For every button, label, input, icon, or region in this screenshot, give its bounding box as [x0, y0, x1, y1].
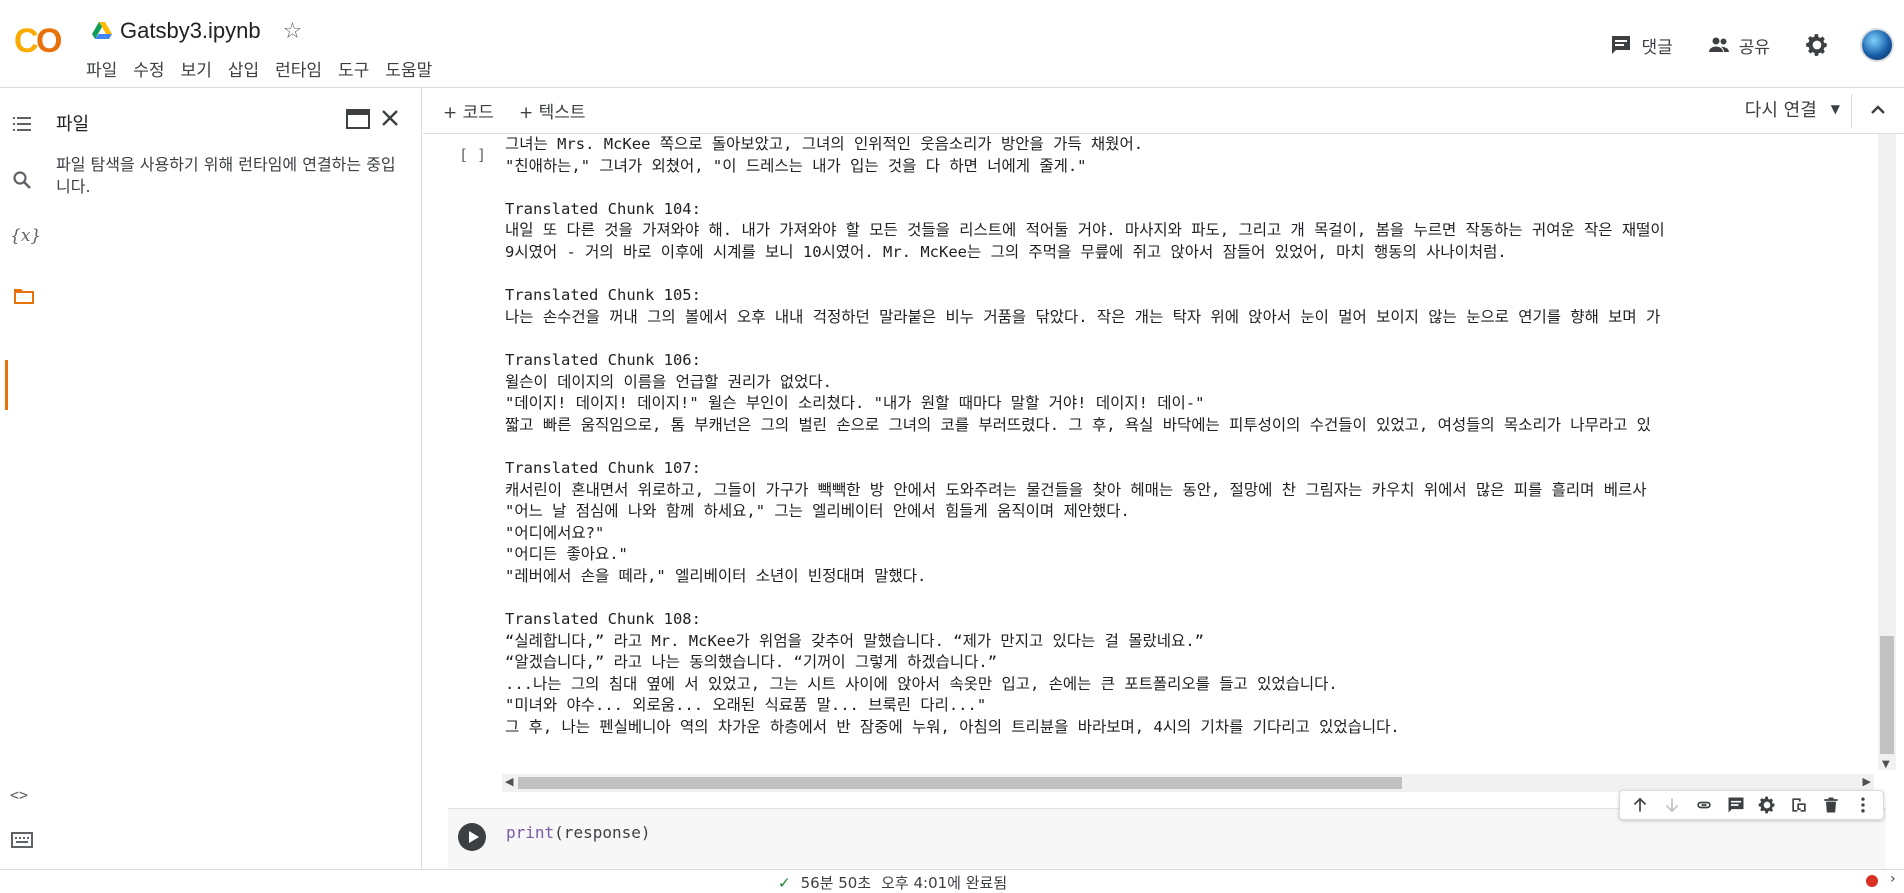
output-line: 윌슨이 데이지의 이름을 언급할 권리가 없었다.: [505, 372, 832, 391]
menu-runtime[interactable]: 런타임: [275, 56, 332, 81]
cell-output-text: 그녀는 Mrs. McKee 쪽으로 돌아보았고, 그녀의 인위적인 웃음소리가…: [505, 134, 1880, 739]
output-line: 나는 손수건을 꺼내 그의 볼에서 오후 내내 걱정하던 말라붙은 비누 거품을…: [505, 307, 1661, 326]
code-function: print: [506, 823, 555, 842]
status-bar: ✓ 56분 50초 오후 4:01에 완료됨 ›: [0, 869, 1904, 892]
output-line: "레버에서 손을 떼라," 엘리베이터 소년이 빈정대며 말했다.: [505, 566, 927, 585]
code-snippets-icon[interactable]: <>: [10, 786, 34, 810]
file-panel-title: 파일: [56, 114, 90, 135]
scroll-right-arrow-icon[interactable]: ▶: [1863, 775, 1871, 788]
menu-insert[interactable]: 삽입: [228, 56, 269, 81]
share-button[interactable]: 공유: [1707, 33, 1770, 58]
delete-trash-icon[interactable]: [1821, 795, 1841, 815]
output-line: "미녀와 야수... 외로움... 오래된 식료품 말... 브룩린 다리...…: [505, 696, 987, 715]
mirror-cell-icon[interactable]: [1789, 795, 1809, 815]
open-in-window-icon[interactable]: [346, 108, 370, 130]
output-line: "데이지! 데이지! 데이지!" 윌슨 부인이 소리쳤다. "내가 원할 때마다…: [505, 394, 1205, 413]
output-line: ...나는 그의 침대 옆에 서 있었고, 그는 시트 사이에 앉아서 속옷만 …: [505, 674, 1338, 693]
scroll-left-arrow-icon[interactable]: ◀: [505, 775, 513, 788]
output-line: 내일 또 다른 것을 가져와야 해. 내가 가져와야 할 모든 것들을 리스트에…: [505, 221, 1665, 240]
user-avatar[interactable]: [1860, 28, 1894, 62]
reconnect-button[interactable]: 다시 연결 ▼: [1745, 96, 1840, 122]
colab-logo[interactable]: C O: [14, 22, 70, 60]
title-row: Gatsby3.ipynb ☆: [92, 18, 302, 44]
output-line: “실례합니다,” 라고 Mr. McKee가 위엄을 갖추어 말했습니다. “제…: [505, 631, 1204, 650]
scroll-down-arrow-icon[interactable]: ▼: [1882, 759, 1890, 770]
settings-gear-icon[interactable]: [1804, 32, 1830, 58]
cell-settings-gear-icon[interactable]: [1757, 795, 1777, 815]
file-panel: 파일 파일 탐색을 사용하기 위해 런타임에 연결하는 중입니다.: [44, 88, 422, 869]
output-line: Translated Chunk 106:: [505, 350, 701, 369]
output-line: 9시였어 - 거의 바로 이후에 시계를 보니 10시였어. Mr. McKee…: [505, 242, 1507, 261]
horizontal-scrollbar-thumb[interactable]: [518, 777, 1402, 789]
collapse-chevron-up-icon[interactable]: [1866, 98, 1890, 122]
vertical-scrollbar-thumb[interactable]: [1880, 636, 1894, 754]
output-line: 그 후, 나는 펜실베니아 역의 차가운 하층에서 반 잠중에 누워, 아침의 …: [505, 718, 1400, 737]
move-down-arrow-icon[interactable]: [1662, 795, 1682, 815]
close-icon[interactable]: [378, 106, 402, 130]
move-up-arrow-icon[interactable]: [1630, 795, 1650, 815]
comment-cell-icon[interactable]: [1726, 795, 1746, 815]
cell-output: 그녀는 Mrs. McKee 쪽으로 돌아보았고, 그녀의 인위적인 웃음소리가…: [505, 134, 1880, 774]
folder-icon[interactable]: [12, 284, 36, 308]
chevron-right-icon[interactable]: ›: [1890, 871, 1896, 887]
google-drive-icon[interactable]: [92, 22, 112, 40]
table-of-contents-icon[interactable]: [10, 112, 34, 136]
code-editor[interactable]: print(response): [506, 823, 651, 842]
notebook-title[interactable]: Gatsby3.ipynb: [120, 18, 261, 44]
menu-tools[interactable]: 도구: [338, 56, 379, 81]
menu-edit[interactable]: 수정: [133, 56, 174, 81]
output-line: 그녀는 Mrs. McKee 쪽으로 돌아보았고, 그녀의 인위적인 웃음소리가…: [505, 135, 1144, 153]
dropdown-arrow-icon[interactable]: ▼: [1831, 102, 1840, 116]
more-vertical-icon[interactable]: [1853, 795, 1873, 815]
add-code-button[interactable]: + 코드: [443, 98, 494, 123]
active-indicator: [5, 360, 8, 410]
add-text-button[interactable]: + 텍스트: [519, 98, 586, 123]
output-line: "어디에서요?": [505, 523, 605, 542]
output-line: Translated Chunk 104:: [505, 199, 701, 218]
logo-c: C: [14, 22, 39, 60]
output-line: Translated Chunk 108:: [505, 610, 701, 629]
output-line: "어디든 좋아요.": [505, 545, 628, 564]
menu-view[interactable]: 보기: [181, 56, 222, 81]
comment-button[interactable]: 댓글: [1609, 33, 1673, 58]
comment-label: 댓글: [1641, 37, 1673, 58]
status-red-dot-icon[interactable]: [1866, 875, 1878, 887]
share-label: 공유: [1738, 37, 1770, 58]
left-rail: {x} <>: [0, 88, 44, 869]
vertical-scrollbar[interactable]: ▼: [1878, 134, 1896, 770]
menu-file[interactable]: 파일: [86, 56, 127, 81]
code-args: (response): [554, 823, 651, 842]
output-line: 짧고 빠른 움직임으로, 톰 부캐넌은 그의 벌린 손으로 그녀의 코를 부러뜨…: [505, 415, 1651, 434]
toolbar-divider: [1851, 94, 1852, 128]
output-line: Translated Chunk 107:: [505, 458, 701, 477]
reconnect-label: 다시 연결: [1744, 100, 1817, 121]
file-panel-message: 파일 탐색을 사용하기 위해 런타임에 연결하는 중입니다.: [56, 155, 396, 196]
variables-icon[interactable]: {x}: [10, 226, 41, 250]
people-icon: [1708, 37, 1729, 52]
output-line: 캐서린이 혼내면서 위로하고, 그들이 가구가 빽빽한 방 안에서 도와주려는 …: [505, 480, 1647, 499]
check-icon: ✓: [778, 873, 791, 892]
notebook-toolbar: + 코드 + 텍스트 다시 연결 ▼: [423, 88, 1904, 134]
output-cell: [ ] 그녀는 Mrs. McKee 쪽으로 돌아보았고, 그녀의 인위적인 웃…: [423, 134, 1880, 869]
menu-bar: 파일 수정 보기 삽입 런타임 도구 도움말: [86, 56, 448, 81]
terminal-icon[interactable]: [10, 828, 34, 852]
logo-o: O: [36, 22, 63, 60]
output-line: “알겠습니다,” 라고 나는 동의했습니다. “기꺼이 그렇게 하겠습니다.”: [505, 653, 998, 672]
search-icon[interactable]: [10, 168, 34, 192]
menu-help[interactable]: 도움말: [385, 56, 442, 81]
cell-run-indicator[interactable]: [ ]: [459, 146, 486, 164]
cell-toolbar: [1619, 790, 1884, 820]
star-icon[interactable]: ☆: [283, 19, 303, 44]
link-icon[interactable]: [1694, 795, 1714, 815]
comment-icon: [1612, 36, 1631, 54]
output-line: "친애하는," 그녀가 외쳤어, "이 드레스는 내가 입는 것을 다 하면 너…: [505, 156, 1087, 175]
output-line: "어느 날 점심에 나와 함께 하세요," 그는 엘리베이터 안에서 힘들게 움…: [505, 502, 1130, 521]
top-bar: C O Gatsby3.ipynb ☆ 파일 수정 보기 삽입 런타임 도구 도…: [0, 0, 1904, 88]
run-cell-button[interactable]: [458, 823, 486, 851]
header-actions: 댓글 공유: [1609, 28, 1894, 62]
output-line: Translated Chunk 105:: [505, 286, 701, 305]
